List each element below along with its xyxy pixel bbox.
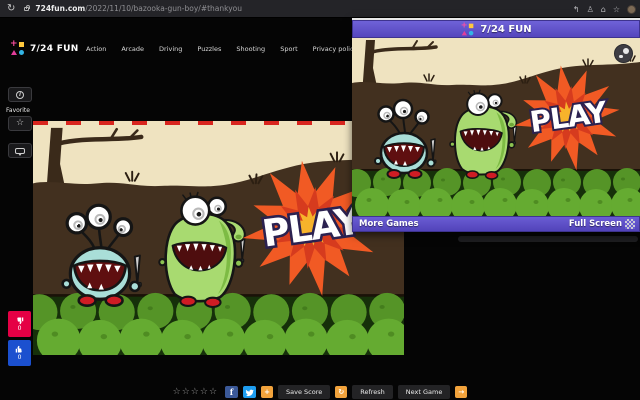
favorite-button[interactable]: ☆	[8, 116, 32, 131]
extension-popup: + 7/24 FUN More Games Full Screen	[352, 18, 640, 232]
next-game-button[interactable]: Next Game	[397, 385, 451, 399]
browser-toolbar: ↻ 724fun.com/2022/11/10/bazooka-gun-boy/…	[0, 0, 640, 18]
next-arrow-button[interactable]: →	[455, 386, 468, 398]
rating-stars: ☆ ☆ ☆ ☆ ☆	[173, 387, 217, 397]
nav-item-action[interactable]: Action	[86, 45, 106, 53]
nav-item-privacy-policy[interactable]: Privacy policy	[313, 45, 358, 53]
twitter-bird-icon	[245, 389, 254, 396]
share-plus-button[interactable]: +	[261, 386, 274, 398]
popup-game-preview[interactable]	[352, 38, 640, 216]
site-title: 7/24 FUN	[30, 43, 79, 54]
rating-star-1[interactable]: ☆	[173, 387, 181, 397]
rating-star-2[interactable]: ☆	[182, 387, 190, 397]
popup-logo-icon: +	[461, 20, 475, 36]
refresh-button[interactable]: Refresh	[352, 385, 393, 399]
nav-item-sport[interactable]: Sport	[280, 45, 297, 53]
extension-area: ↰ ♙ ⌂ ☆	[573, 0, 636, 18]
favorite-star-icon: ☆	[15, 118, 25, 128]
like-count: 0	[17, 354, 22, 361]
logo-square-icon	[469, 23, 474, 28]
comment-bubble-icon	[15, 147, 25, 156]
popup-bottombar: More Games Full Screen	[352, 216, 640, 232]
logo-triangle-icon	[11, 50, 17, 55]
popup-titlebar: + 7/24 FUN	[352, 20, 640, 38]
fullscreen-pattern-icon[interactable]	[625, 219, 635, 229]
nav-item-puzzles[interactable]: Puzzles	[197, 45, 221, 53]
rating-star-5[interactable]: ☆	[209, 387, 217, 397]
url-domain: 724fun.com	[35, 4, 86, 13]
reload-icon[interactable]: ↻	[7, 3, 15, 14]
person-icon[interactable]: ♙	[587, 5, 594, 14]
logo-plus-icon: +	[10, 39, 18, 49]
game-canvas[interactable]	[33, 121, 404, 355]
refresh-icon-button[interactable]: ↻	[335, 386, 348, 398]
thumbs-down-icon	[17, 317, 24, 325]
nav-item-shooting[interactable]: Shooting	[236, 45, 265, 53]
address-bar[interactable]: 724fun.com/2022/11/10/bazooka-gun-boy/#t…	[35, 4, 242, 13]
more-games-link[interactable]: More Games	[359, 219, 419, 229]
comments-button[interactable]	[8, 143, 32, 158]
logo-square-icon	[19, 42, 24, 47]
nav-item-arcade[interactable]: Arcade	[121, 45, 144, 53]
facebook-share-button[interactable]: f	[225, 386, 239, 398]
popup-shadow	[458, 236, 638, 242]
logo-triangle-icon	[461, 30, 468, 35]
logo-circle-icon	[19, 50, 24, 55]
rating-star-4[interactable]: ☆	[200, 387, 208, 397]
rating-star-3[interactable]: ☆	[191, 387, 199, 397]
favorite-label: Favorite	[6, 107, 30, 114]
bookmark-star-icon[interactable]: ☆	[613, 5, 620, 14]
save-score-button[interactable]: Save Score	[278, 385, 331, 399]
profile-avatar[interactable]	[627, 4, 636, 14]
settings-circle-button[interactable]	[614, 44, 633, 63]
thumbs-up-icon	[15, 345, 22, 353]
dislike-button[interactable]: 0	[8, 311, 31, 337]
dislike-count: 0	[17, 325, 22, 332]
game-toolbar: ☆ ☆ ☆ ☆ ☆ f + Save Score ↻ Refresh Next …	[0, 384, 640, 400]
logo-circle-icon	[469, 30, 474, 35]
red-dashed-border	[33, 121, 404, 125]
site-logo-icon: +	[10, 39, 25, 56]
url-path: /2022/11/10/bazooka-gun-boy/#thankyou	[85, 4, 243, 13]
share-icon[interactable]: ↰	[573, 5, 580, 14]
info-button[interactable]: i	[8, 87, 32, 102]
site-logo[interactable]: + 7/24 FUN	[10, 39, 79, 56]
twitter-share-button[interactable]	[243, 386, 257, 398]
nav-item-driving[interactable]: Driving	[159, 45, 182, 53]
game-scene	[352, 38, 640, 216]
popup-title: 7/24 FUN	[480, 23, 532, 35]
home-icon[interactable]: ⌂	[601, 5, 606, 14]
screen: ↻ 724fun.com/2022/11/10/bazooka-gun-boy/…	[0, 0, 640, 400]
info-icon: i	[16, 90, 24, 99]
full-screen-link[interactable]: Full Screen	[569, 219, 622, 229]
lock-icon	[24, 4, 31, 11]
logo-plus-icon: +	[461, 20, 468, 30]
fullscreen-group: Full Screen	[569, 219, 635, 229]
game-scene	[33, 125, 404, 355]
like-button[interactable]: 0	[8, 340, 31, 366]
main-nav: Action Arcade Driving Puzzles Shooting S…	[86, 45, 357, 53]
